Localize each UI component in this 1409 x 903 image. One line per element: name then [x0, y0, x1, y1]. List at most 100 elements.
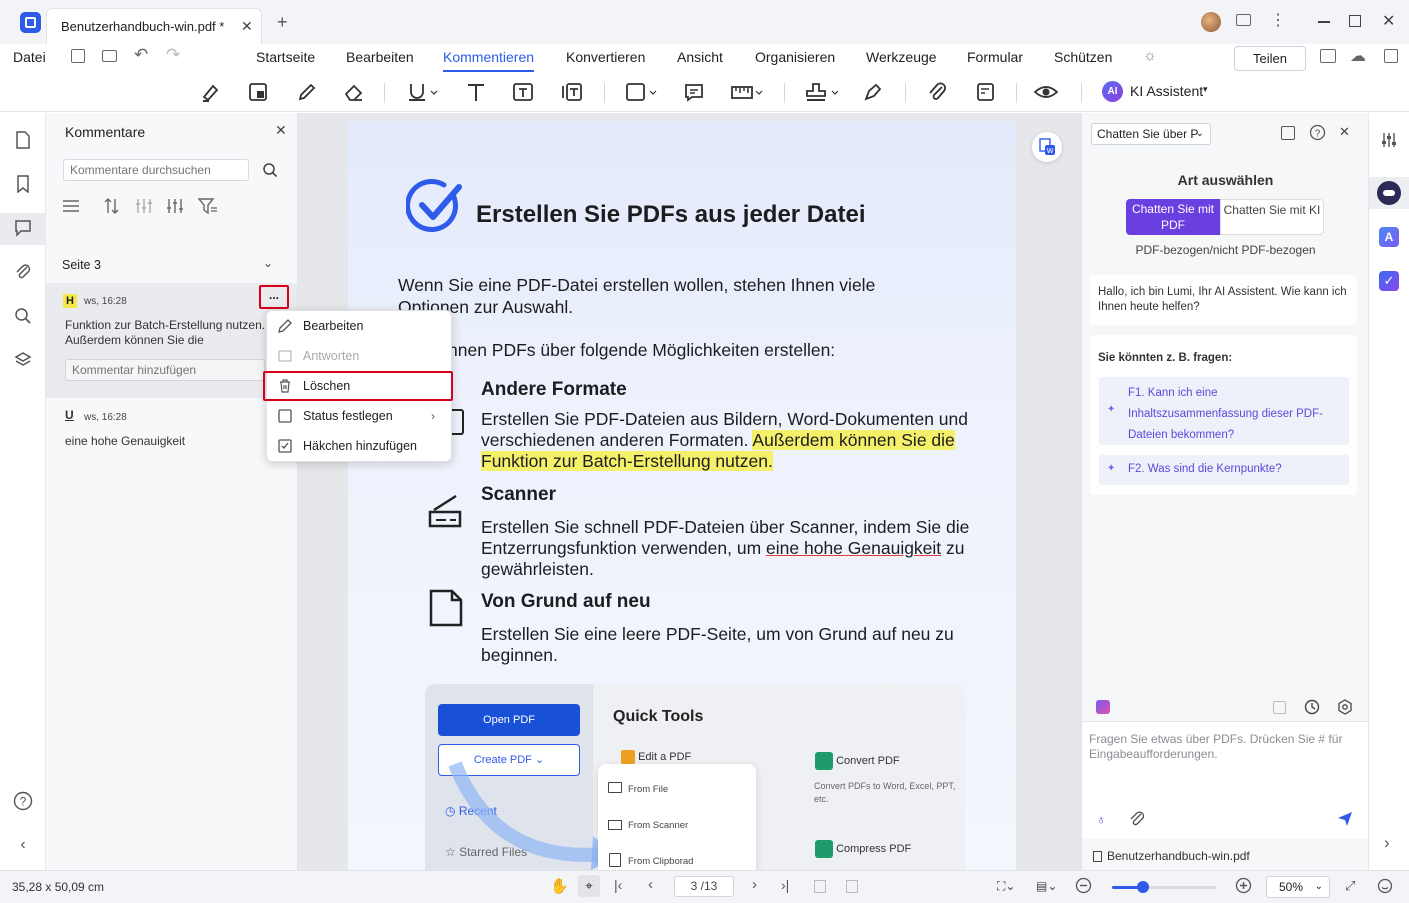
chat-pdf-button[interactable]: Chatten Sie mit PDF	[1126, 199, 1220, 235]
comment-more-button[interactable]: ...	[259, 285, 289, 309]
menu-organisieren[interactable]: Organisieren	[755, 49, 835, 65]
chevron-down-icon[interactable]: ⌄	[263, 256, 273, 270]
cloud-upload-icon[interactable]: ☁	[1350, 46, 1366, 66]
ai-assistant-button[interactable]: AI KI Assistent ▾	[1102, 80, 1214, 104]
chat-ki-button[interactable]: Chatten Sie mit KI	[1220, 199, 1324, 235]
send-icon[interactable]	[1337, 811, 1353, 830]
filter-author-icon[interactable]	[135, 197, 153, 218]
menu-startseite[interactable]: Startseite	[256, 49, 315, 65]
page-thumbnail-icon[interactable]	[12, 129, 34, 151]
filter-icon[interactable]	[197, 197, 218, 218]
close-panel-icon[interactable]: ✕	[275, 122, 287, 139]
underline-icon[interactable]	[405, 78, 441, 106]
menu-konvertieren[interactable]: Konvertieren	[566, 49, 645, 65]
pencil-icon[interactable]	[295, 78, 319, 106]
menu-item-reply[interactable]: Antworten	[267, 341, 451, 371]
ai-help-icon[interactable]: ?	[1309, 124, 1326, 144]
fullscreen-icon[interactable]: ⤢	[1345, 878, 1355, 894]
settings-icon[interactable]	[1337, 699, 1353, 718]
ai-chat-small-icon[interactable]	[1096, 700, 1110, 714]
convert-word-icon[interactable]: W	[1032, 132, 1062, 162]
expand-all-icon[interactable]	[62, 198, 80, 217]
tab-close-icon[interactable]: ✕	[241, 18, 253, 35]
add-file-icon[interactable]	[1273, 701, 1286, 714]
redo-icon[interactable]: ↷	[166, 45, 180, 65]
maximize-icon[interactable]	[1349, 15, 1361, 27]
clock-icon[interactable]	[1304, 699, 1320, 718]
rotate-icon[interactable]	[814, 880, 826, 893]
expand-right-icon[interactable]: ›	[1384, 833, 1390, 853]
signature-icon[interactable]	[861, 78, 885, 106]
filter-settings-icon[interactable]	[166, 197, 184, 218]
task-icon[interactable]: ✓	[1379, 271, 1399, 291]
bookmark-icon[interactable]	[12, 173, 34, 195]
next-page-icon[interactable]: ›	[752, 876, 757, 893]
new-tab-button[interactable]: +	[277, 12, 288, 33]
textbox-icon[interactable]	[511, 78, 535, 106]
eraser-icon[interactable]	[342, 78, 366, 106]
suggestion-q2[interactable]: ✦ F2. Was sind die Kernpunkte?	[1099, 455, 1349, 485]
collapse-left-icon[interactable]: ‹	[12, 834, 34, 856]
avatar[interactable]	[1201, 12, 1221, 32]
comment-box-icon[interactable]	[682, 78, 706, 106]
lightbulb-icon[interactable]: ☼	[1143, 47, 1157, 64]
menu-bearbeiten[interactable]: Bearbeiten	[346, 49, 414, 65]
search-rail-icon[interactable]	[12, 305, 34, 327]
text-icon[interactable]	[464, 78, 488, 106]
ai-close-icon[interactable]: ✕	[1339, 124, 1350, 140]
save-icon[interactable]	[71, 49, 85, 63]
last-page-icon[interactable]: ›|	[781, 877, 789, 893]
shape-icon[interactable]	[624, 78, 660, 106]
menu-formular[interactable]: Formular	[967, 49, 1023, 65]
note-icon[interactable]	[246, 78, 270, 106]
bulb-icon[interactable]: ♁	[1096, 811, 1107, 827]
collapse-icon[interactable]	[1384, 49, 1398, 63]
form-note-icon[interactable]	[974, 78, 998, 106]
document-tab[interactable]: Benutzerhandbuch-win.pdf * ✕	[46, 8, 262, 44]
zoom-slider-handle[interactable]	[1137, 881, 1149, 893]
feedback-icon[interactable]	[1236, 14, 1251, 26]
comment-icon[interactable]	[12, 217, 34, 239]
page-input[interactable]: 3 /13	[674, 876, 734, 897]
zoom-slider[interactable]	[1112, 881, 1216, 893]
help-icon[interactable]: ?	[12, 790, 34, 812]
first-page-icon[interactable]: |‹	[614, 877, 622, 893]
undo-icon[interactable]: ↶	[134, 45, 148, 65]
share-button[interactable]: Teilen	[1234, 46, 1306, 71]
print-icon[interactable]	[102, 50, 117, 62]
eye-icon[interactable]	[1033, 78, 1059, 106]
underline-text[interactable]: eine hohe Genauigkeit	[766, 538, 941, 558]
translate-icon[interactable]: A	[1379, 227, 1399, 247]
chat-mode-dropdown[interactable]: Chatten Sie über P ⌄	[1091, 123, 1211, 145]
properties-icon[interactable]	[1380, 131, 1398, 152]
callout-icon[interactable]	[560, 78, 584, 106]
history-icon[interactable]	[1281, 126, 1295, 140]
zoom-out-icon[interactable]	[1075, 877, 1092, 897]
highlight-icon[interactable]	[199, 78, 223, 106]
menu-kommentieren[interactable]: Kommentieren	[443, 49, 535, 72]
measure-icon[interactable]	[729, 78, 765, 106]
minimize-icon[interactable]	[1318, 21, 1330, 23]
org-icon[interactable]	[1320, 49, 1336, 63]
menu-item-checkmark[interactable]: Häkchen hinzufügen	[267, 431, 451, 461]
menu-item-edit[interactable]: Bearbeiten	[267, 311, 451, 341]
search-icon[interactable]	[262, 162, 278, 181]
attach-icon[interactable]	[1128, 810, 1146, 831]
menu-item-status[interactable]: Status festlegen ›	[267, 401, 451, 431]
comment-reply-input[interactable]	[65, 359, 265, 381]
ai-input[interactable]: Fragen Sie etwas über PDFs. Drücken Sie …	[1082, 721, 1368, 839]
comments-search-input[interactable]	[63, 159, 249, 181]
zoom-select[interactable]: 50% ⌄	[1266, 876, 1330, 898]
document-view[interactable]: Erstellen Sie PDFs aus jeder Datei Wenn …	[298, 113, 1081, 870]
menu-schuetzen[interactable]: Schützen	[1054, 49, 1112, 65]
menu-ansicht[interactable]: Ansicht	[677, 49, 723, 65]
menu-werkzeuge[interactable]: Werkzeuge	[866, 49, 937, 65]
view-mode-icon[interactable]: ▤⌄	[1036, 879, 1057, 893]
prev-page-icon[interactable]: ‹	[648, 876, 653, 893]
menu-datei[interactable]: Datei	[13, 49, 46, 65]
select-tool-icon[interactable]: ⌖	[578, 875, 600, 897]
attachment-icon[interactable]	[925, 78, 949, 106]
menu-item-delete[interactable]: Löschen	[263, 371, 453, 401]
crop-icon[interactable]	[846, 880, 858, 893]
fit-page-icon[interactable]: ⛶⌄	[997, 879, 1015, 894]
